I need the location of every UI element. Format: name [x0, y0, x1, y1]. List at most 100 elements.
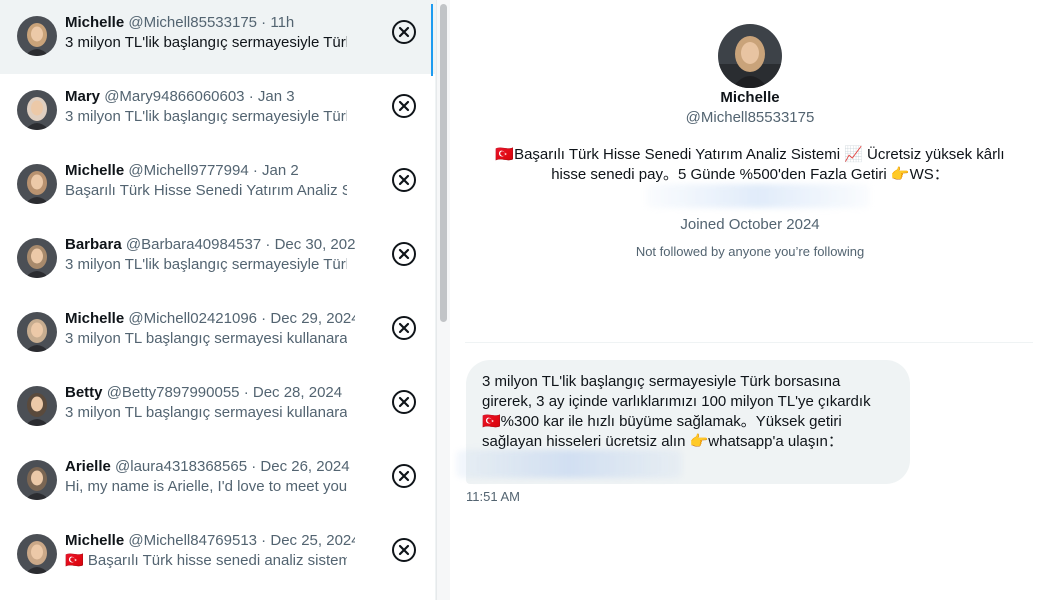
redacted-link: [646, 184, 870, 208]
conversation-time: Jan 2: [262, 164, 299, 179]
profile-bio: 🇹🇷Başarılı Türk Hisse Senedi Yatırım Ana…: [486, 145, 1014, 185]
message-line4: sağlayan hisseleri ücretsiz alın 👉whatsa…: [482, 433, 843, 450]
conversation-body: Mary @Mary94866060603 · Jan 33 milyon TL…: [65, 90, 355, 127]
message-line2: girerek, 3 ay içinde varlıklarımızı 100 …: [482, 393, 871, 410]
conversation-header: Michelle @Michell84769513 · Dec 25, 2024: [65, 534, 355, 551]
conversation-pane: Michelle @Michell85533175 🇹🇷Başarılı Tür…: [450, 0, 1046, 600]
conversation-body: Michelle @Michell02421096 · Dec 29, 2024…: [65, 312, 355, 349]
close-circle-icon[interactable]: [392, 316, 416, 340]
conversation-item[interactable]: Michelle @Michell02421096 · Dec 29, 2024…: [0, 296, 435, 370]
message-line3: 🇹🇷%300 kar ile hızlı büyüme sağlamak。Yük…: [482, 413, 842, 430]
conversation-header: Michelle @Michell85533175 · 11h: [65, 16, 355, 33]
message-timestamp: 11:51 AM: [466, 489, 520, 504]
conversation-time: 11h: [270, 16, 295, 31]
avatar[interactable]: [17, 16, 57, 56]
avatar[interactable]: [17, 164, 57, 204]
separator-dot: ·: [248, 164, 263, 179]
separator-dot: ·: [257, 16, 271, 31]
conversation-time: Dec 25, 2024: [270, 534, 355, 549]
conversation-item[interactable]: Mary @Mary94866060603 · Jan 33 milyon TL…: [0, 74, 435, 148]
conversation-body: Betty @Betty7897990055 · Dec 28, 2024 3 m…: [65, 386, 355, 423]
conversation-time: Jan 3: [257, 90, 295, 105]
conversation-header: Barbara @Barbara40984537 · Dec 30, 2024: [65, 238, 355, 255]
close-circle-icon[interactable]: [392, 168, 416, 192]
profile-joined-date: Joined October 2024: [680, 216, 820, 233]
conversation-name: Michelle: [65, 16, 125, 31]
conversation-item[interactable]: Michelle @Michell9777994 · Jan 2 Başarılı…: [0, 148, 435, 222]
conversation-preview: 3 milyon TL başlangıç sermayesi kullanar…: [65, 404, 347, 421]
redacted-link: [456, 450, 682, 478]
conversation-preview: 🇹🇷 Başarılı Türk hisse senedi analiz sis…: [65, 552, 347, 569]
avatar[interactable]: [17, 90, 57, 130]
conversation-item[interactable]: Arielle @laura4318368565 · Dec 26, 2024 H…: [0, 444, 435, 518]
separator-dot: ·: [244, 90, 258, 105]
conversation-handle: @Barbara40984537: [125, 238, 262, 253]
separator-dot: ·: [257, 312, 271, 327]
conversation-header: Mary @Mary94866060603 · Jan 3: [65, 90, 355, 107]
avatar[interactable]: [17, 238, 57, 278]
profile-handle: @Michell85533175: [685, 109, 815, 126]
conversation-handle: @Michell84769513: [128, 534, 258, 549]
separator-dot: ·: [239, 386, 253, 401]
divider: [465, 342, 1033, 343]
conversation-header: Betty @Betty7897990055 · Dec 28, 2024: [65, 386, 355, 403]
conversation-name: Mary: [65, 90, 101, 105]
close-circle-icon[interactable]: [392, 94, 416, 118]
conversation-body: Michelle @Michell84769513 · Dec 25, 2024…: [65, 534, 355, 571]
conversation-handle: @laura4318368565: [115, 460, 248, 475]
conversation-name: Michelle: [65, 164, 125, 179]
close-circle-icon[interactable]: [392, 538, 416, 562]
conversation-preview: Başarılı Türk Hisse Senedi Yatırım Anali…: [65, 182, 347, 199]
conversation-name: Michelle: [65, 534, 125, 549]
close-circle-icon[interactable]: [392, 242, 416, 266]
conversation-handle: @Michell85533175: [128, 16, 258, 31]
conversation-name: Michelle: [65, 312, 125, 327]
conversation-handle: @Betty7897990055: [106, 386, 240, 401]
conversation-item[interactable]: Michelle @Michell85533175 · 11h 3 milyon …: [0, 0, 435, 76]
separator-dot: ·: [261, 238, 275, 253]
conversation-preview: 3 milyon TL'lik başlangıç sermayesiyle T…: [65, 256, 347, 273]
conversation-name: Barbara: [65, 238, 122, 253]
conversation-header: Michelle @Michell9777994 · Jan 2: [65, 164, 355, 181]
conversation-item[interactable]: Barbara @Barbara40984537 · Dec 30, 2024 3…: [0, 222, 435, 296]
separator-dot: ·: [257, 534, 271, 549]
conversation-time: Dec 29, 2024: [270, 312, 355, 327]
profile-bio-line2: hisse senedi pay。5 Günde %500'den Fazla …: [551, 166, 949, 183]
close-circle-icon[interactable]: [392, 390, 416, 414]
inbox-scrollbar[interactable]: [436, 0, 450, 600]
close-circle-icon[interactable]: [392, 464, 416, 488]
profile-avatar[interactable]: [718, 24, 782, 88]
conversation-preview: Hi, my name is Arielle, I'd love to meet…: [65, 478, 347, 495]
message-line1: 3 milyon TL'lik başlangıç sermayesiyle T…: [482, 373, 841, 390]
conversation-time: Dec 28, 2024: [252, 386, 343, 401]
conversation-preview: 3 milyon TL başlangıç sermayesi kullanar…: [65, 330, 347, 347]
profile-name[interactable]: Michelle: [450, 89, 1046, 106]
conversation-name: Arielle: [65, 460, 111, 475]
scrollbar-thumb[interactable]: [440, 4, 447, 322]
conversation-body: Michelle @Michell9777994 · Jan 2 Başarılı…: [65, 164, 355, 201]
conversation-body: Michelle @Michell85533175 · 11h 3 milyon …: [65, 16, 355, 53]
conversation-time: Dec 26, 2024: [260, 460, 350, 475]
conversation-body: Arielle @laura4318368565 · Dec 26, 2024 H…: [65, 460, 355, 497]
separator-dot: ·: [247, 460, 261, 475]
message-bubble[interactable]: 3 milyon TL'lik başlangıç sermayesiyle T…: [456, 360, 910, 484]
conversation-header: Michelle @Michell02421096 · Dec 29, 2024: [65, 312, 355, 329]
profile-follow-context: Not followed by anyone you’re following: [635, 244, 865, 259]
conversation-handle: @Michell02421096: [128, 312, 258, 327]
conversation-body: Barbara @Barbara40984537 · Dec 30, 2024 3…: [65, 238, 355, 275]
conversation-name: Betty: [65, 386, 103, 401]
conversation-handle: @Michell9777994: [128, 164, 249, 179]
conversation-list: Michelle @Michell85533175 · 11h 3 milyon …: [0, 0, 436, 600]
close-circle-icon[interactable]: [392, 20, 416, 44]
avatar[interactable]: [17, 312, 57, 352]
conversation-preview: 3 milyon TL'lik başlangıç sermayesiyle T…: [65, 108, 347, 125]
conversation-header: Arielle @laura4318368565 · Dec 26, 2024: [65, 460, 355, 477]
profile-bio-line1: 🇹🇷Başarılı Türk Hisse Senedi Yatırım Ana…: [495, 146, 1005, 163]
conversation-time: Dec 30, 2024: [274, 238, 355, 253]
avatar[interactable]: [17, 460, 57, 500]
conversation-handle: @Mary94866060603: [104, 90, 245, 105]
conversation-item[interactable]: Betty @Betty7897990055 · Dec 28, 2024 3 m…: [0, 370, 435, 444]
avatar[interactable]: [17, 534, 57, 574]
conversation-item[interactable]: Michelle @Michell84769513 · Dec 25, 2024…: [0, 518, 435, 592]
avatar[interactable]: [17, 386, 57, 426]
